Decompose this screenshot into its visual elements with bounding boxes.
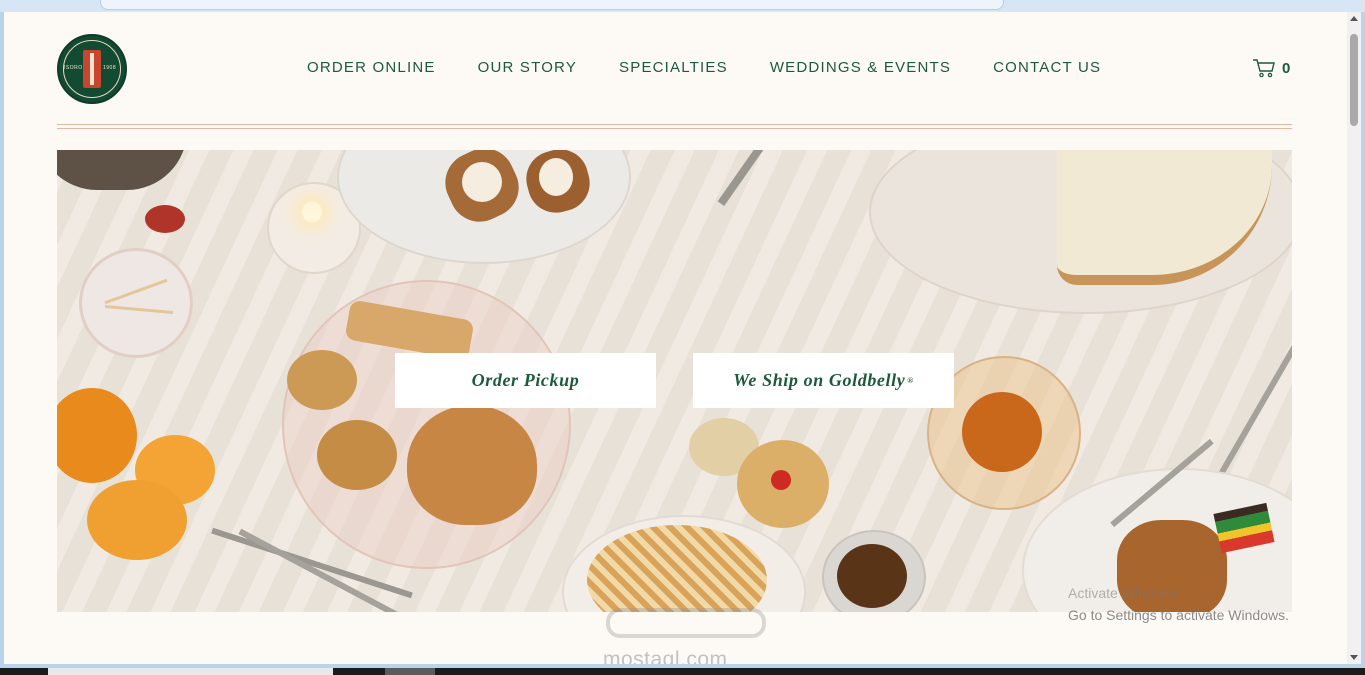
espresso-image bbox=[837, 544, 907, 608]
candle-flame bbox=[302, 202, 322, 222]
taskbar bbox=[0, 668, 1365, 675]
scroll-down-arrow-icon[interactable] bbox=[1350, 655, 1358, 660]
cart-icon bbox=[1253, 59, 1275, 78]
logo-text-right: 1908 bbox=[103, 65, 117, 71]
registered-mark: ® bbox=[907, 376, 914, 385]
sfogliatella-image bbox=[407, 405, 537, 525]
goldbelly-label: We Ship on Goldbelly bbox=[733, 370, 906, 390]
watermark-logo-icon bbox=[606, 608, 766, 638]
hero-image: Order Pickup We Ship on Goldbelly ® bbox=[57, 150, 1292, 612]
matches-dish-image bbox=[79, 248, 193, 358]
web-page: ISORO 1908 ORDER ONLINE OUR STORY SPECIA… bbox=[4, 12, 1347, 664]
watermark-domain: mostaql.com bbox=[603, 648, 728, 664]
taskbar-item[interactable] bbox=[385, 668, 435, 675]
pignoli-cookie-image bbox=[317, 420, 397, 490]
nav-order-online[interactable]: ORDER ONLINE bbox=[307, 59, 436, 76]
scroll-up-arrow-icon[interactable] bbox=[1350, 16, 1358, 21]
scroll-thumb[interactable] bbox=[1350, 34, 1358, 126]
jam-dot bbox=[771, 470, 791, 490]
nav-specialties[interactable]: SPECIALTIES bbox=[619, 59, 728, 76]
header-divider-bottom bbox=[57, 128, 1292, 129]
nav-contact-us[interactable]: CONTACT US bbox=[993, 59, 1101, 76]
cart-count: 0 bbox=[1282, 59, 1291, 77]
cork-image bbox=[145, 205, 185, 233]
nav-our-story[interactable]: OUR STORY bbox=[478, 59, 577, 76]
taskbar-item[interactable] bbox=[48, 668, 333, 675]
brand-logo[interactable]: ISORO 1908 bbox=[57, 34, 127, 104]
logo-text-left: ISORO bbox=[64, 65, 83, 71]
nav-weddings-events[interactable]: WEDDINGS & EVENTS bbox=[770, 59, 951, 76]
cart-button[interactable]: 0 bbox=[1252, 58, 1290, 78]
main-nav: ORDER ONLINE OUR STORY SPECIALTIES WEDDI… bbox=[307, 59, 1101, 76]
orange-slices-image bbox=[87, 480, 187, 560]
cannoli-cream bbox=[462, 162, 502, 202]
header-divider-top bbox=[57, 124, 1292, 125]
watermark-logo bbox=[604, 600, 768, 644]
order-pickup-label: Order Pickup bbox=[471, 370, 580, 390]
activate-windows-message: Go to Settings to activate Windows. bbox=[1068, 607, 1289, 623]
order-pickup-button[interactable]: Order Pickup bbox=[395, 353, 656, 408]
browser-chrome bbox=[0, 0, 1365, 12]
page-scrollbar[interactable] bbox=[1347, 12, 1361, 664]
liqueur-image bbox=[962, 392, 1042, 472]
address-bar[interactable] bbox=[100, 0, 1004, 10]
activate-windows-title: Activate Windows bbox=[1068, 585, 1179, 601]
goldbelly-button[interactable]: We Ship on Goldbelly ® bbox=[693, 353, 954, 408]
cannoli-cream bbox=[539, 158, 573, 196]
logo-monogram bbox=[83, 50, 101, 88]
pignoli-cookie-image bbox=[287, 350, 357, 410]
